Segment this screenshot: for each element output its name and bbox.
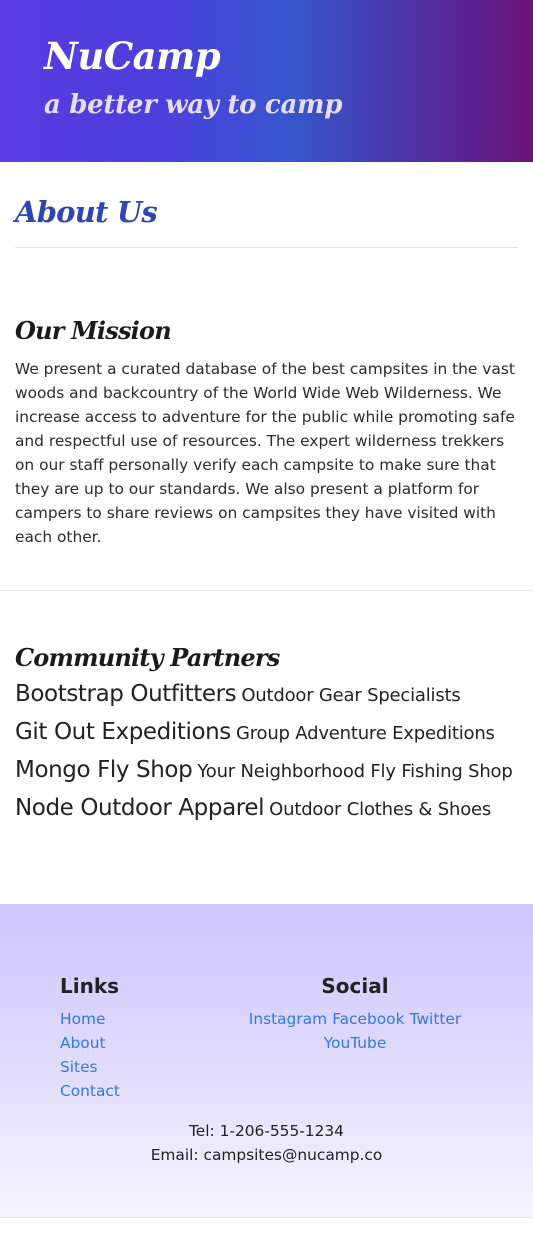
social-link-instagram[interactable]: Instagram (249, 1007, 327, 1031)
partners-heading: Community Partners (15, 643, 280, 672)
partner-name: Bootstrap Outfitters (15, 681, 237, 707)
page-title: About Us (15, 195, 158, 229)
social-link-facebook[interactable]: Facebook (332, 1007, 404, 1031)
partner-description: Group Adventure Expeditions (235, 723, 495, 744)
mission-text: We present a curated database of the bes… (15, 360, 515, 546)
partner-description: Outdoor Gear Specialists (241, 685, 461, 706)
partner-description: Outdoor Clothes & Shoes (269, 799, 492, 820)
footer-social: Instagram Facebook Twitter YouTube (236, 1007, 474, 1055)
footer-link-home[interactable]: Home (60, 1007, 120, 1031)
footer-link-contact[interactable]: Contact (60, 1079, 120, 1103)
mission-heading: Our Mission (15, 316, 172, 345)
contact-email: Email: campsites@nucamp.co (150, 1146, 383, 1164)
brand-name[interactable]: NuCamp (44, 34, 221, 78)
footer-links: Home About Sites Contact (60, 1007, 120, 1103)
social-link-youtube[interactable]: YouTube (324, 1031, 387, 1055)
site-header: NuCamp a better way to camp (0, 0, 533, 162)
partner-item: Mongo Fly Shop Your Neighborhood Fly Fis… (15, 756, 520, 786)
partner-name: Git Out Expeditions (15, 719, 231, 745)
partner-name: Node Outdoor Apparel (15, 795, 265, 821)
footer-link-about[interactable]: About (60, 1031, 120, 1055)
divider (15, 247, 518, 248)
social-heading: Social (321, 974, 389, 998)
footer-link-sites[interactable]: Sites (60, 1055, 120, 1079)
social-link-twitter[interactable]: Twitter (410, 1007, 462, 1031)
partner-item: Bootstrap Outfitters Outdoor Gear Specia… (15, 680, 520, 710)
partner-name: Mongo Fly Shop (15, 757, 193, 783)
contact-tel: Tel: 1-206-555-1234 (189, 1122, 344, 1140)
partner-item: Node Outdoor Apparel Outdoor Clothes & S… (15, 794, 520, 824)
section-divider (0, 590, 533, 591)
partner-description: Your Neighborhood Fly Fishing Shop (197, 761, 513, 782)
contact-info: Tel: 1-206-555-1234 Email: campsites@nuc… (0, 1119, 533, 1167)
partners-list: Bootstrap Outfitters Outdoor Gear Specia… (15, 680, 520, 832)
footer-divider (0, 1217, 533, 1218)
brand-tagline: a better way to camp (44, 90, 343, 120)
partner-item: Git Out Expeditions Group Adventure Expe… (15, 718, 520, 748)
